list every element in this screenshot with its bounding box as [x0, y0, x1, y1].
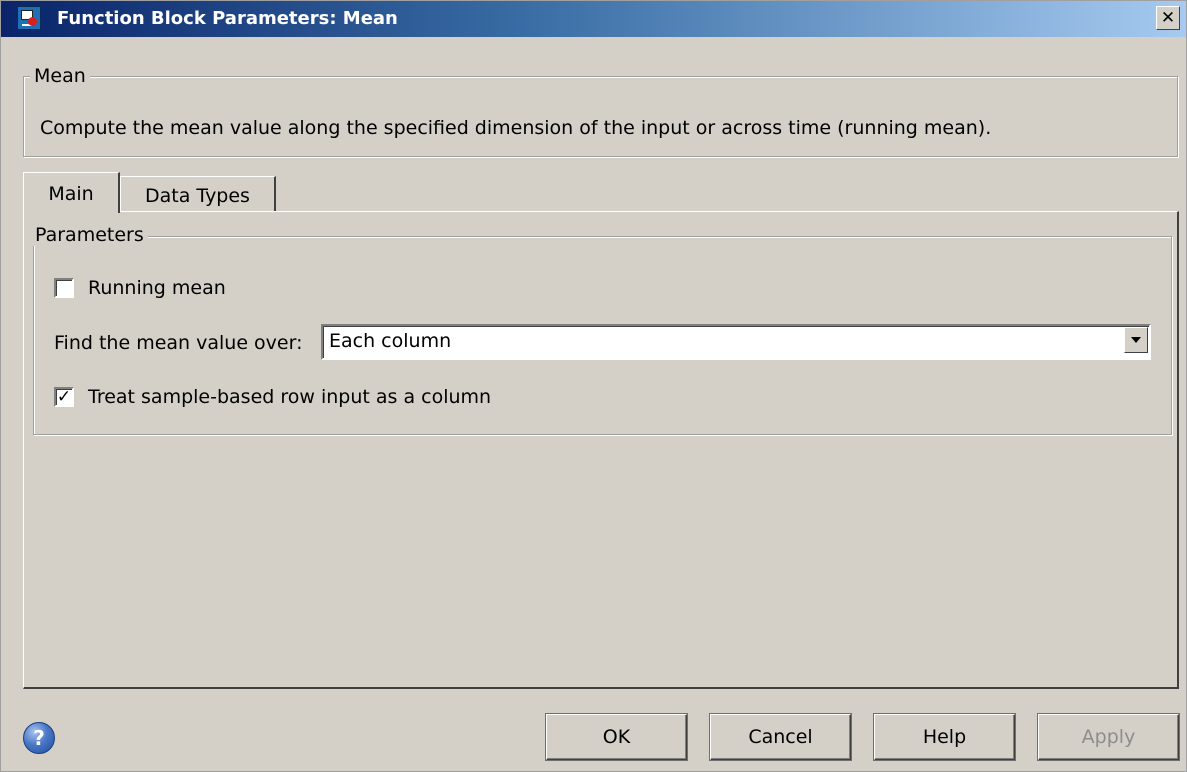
- tab-data-types[interactable]: Data Types: [120, 176, 276, 211]
- tab-data-types-label: Data Types: [145, 185, 250, 207]
- ok-button-label: OK: [602, 726, 631, 748]
- help-button[interactable]: Help: [874, 714, 1015, 760]
- treat-row-as-column-label: Treat sample-based row input as a column: [88, 386, 492, 408]
- simulink-block-icon: [17, 6, 41, 30]
- parameters-group-legend: Parameters: [31, 224, 148, 246]
- tab-main-label: Main: [48, 183, 94, 205]
- mean-over-label: Find the mean value over:: [54, 332, 303, 354]
- cancel-button[interactable]: Cancel: [710, 714, 851, 760]
- checkmark-icon: ✓: [56, 386, 72, 407]
- ok-button[interactable]: OK: [546, 714, 687, 760]
- tab-main[interactable]: Main: [23, 172, 120, 213]
- treat-row-as-column-checkbox[interactable]: ✓: [54, 387, 74, 407]
- description-group: Mean Compute the mean value along the sp…: [23, 65, 1178, 157]
- help-icon-glyph: ?: [33, 726, 45, 750]
- description-group-legend: Mean: [30, 65, 90, 87]
- block-description: Compute the mean value along the specifi…: [40, 117, 992, 139]
- apply-button-label: Apply: [1081, 726, 1136, 748]
- dropdown-button[interactable]: [1124, 327, 1148, 353]
- window-title: Function Block Parameters: Mean: [57, 8, 398, 29]
- parameters-group: Parameters Running mean Find the mean va…: [31, 224, 1172, 435]
- chevron-down-icon: [1131, 337, 1141, 343]
- mean-over-dropdown[interactable]: Each column: [321, 324, 1151, 360]
- close-button[interactable]: ✕: [1156, 6, 1180, 30]
- title-bar[interactable]: Function Block Parameters: Mean ✕: [1, 1, 1186, 37]
- help-icon[interactable]: ?: [23, 722, 55, 754]
- apply-button[interactable]: Apply: [1038, 714, 1179, 760]
- running-mean-label: Running mean: [88, 277, 226, 299]
- help-button-label: Help: [922, 726, 967, 748]
- dialog-window: Function Block Parameters: Mean ✕ Mean C…: [0, 0, 1187, 772]
- close-icon: ✕: [1160, 8, 1176, 28]
- mean-over-value: Each column: [329, 330, 452, 352]
- running-mean-checkbox[interactable]: [54, 278, 74, 298]
- tab-panel-main: Parameters Running mean Find the mean va…: [23, 211, 1179, 689]
- cancel-button-label: Cancel: [748, 726, 813, 748]
